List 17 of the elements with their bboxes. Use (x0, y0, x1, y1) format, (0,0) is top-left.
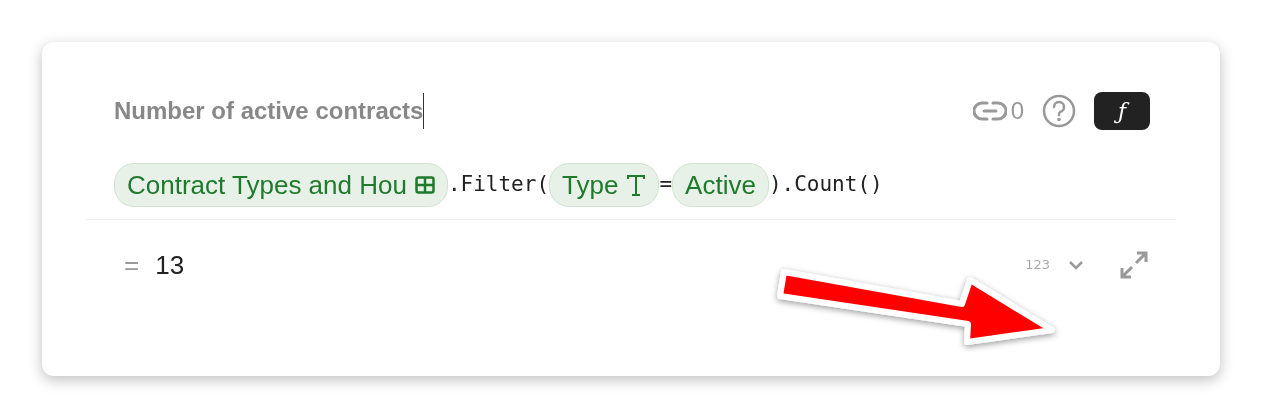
formula-code: ).Count() (768, 171, 883, 199)
expand-icon[interactable] (1118, 249, 1150, 281)
table-icon (414, 176, 435, 194)
equals-sign: = (124, 248, 140, 282)
value-chip[interactable]: Active (672, 163, 769, 207)
help-icon[interactable] (1042, 94, 1076, 128)
text-type-icon (626, 174, 647, 196)
result-value: 13 (155, 248, 185, 282)
table-reference-chip[interactable]: Contract Types and Hou (114, 163, 448, 207)
formula-button[interactable]: ƒ (1094, 92, 1150, 130)
formula-name-field[interactable]: Number of active contracts (114, 93, 425, 129)
formula-code: .Filter( (447, 171, 550, 199)
chevron-down-icon[interactable] (1068, 260, 1084, 270)
link-icon[interactable] (972, 100, 1007, 122)
link-count: 0 (1010, 96, 1024, 126)
column-reference-chip[interactable]: Type (549, 163, 660, 207)
formula-code: = (659, 171, 673, 199)
